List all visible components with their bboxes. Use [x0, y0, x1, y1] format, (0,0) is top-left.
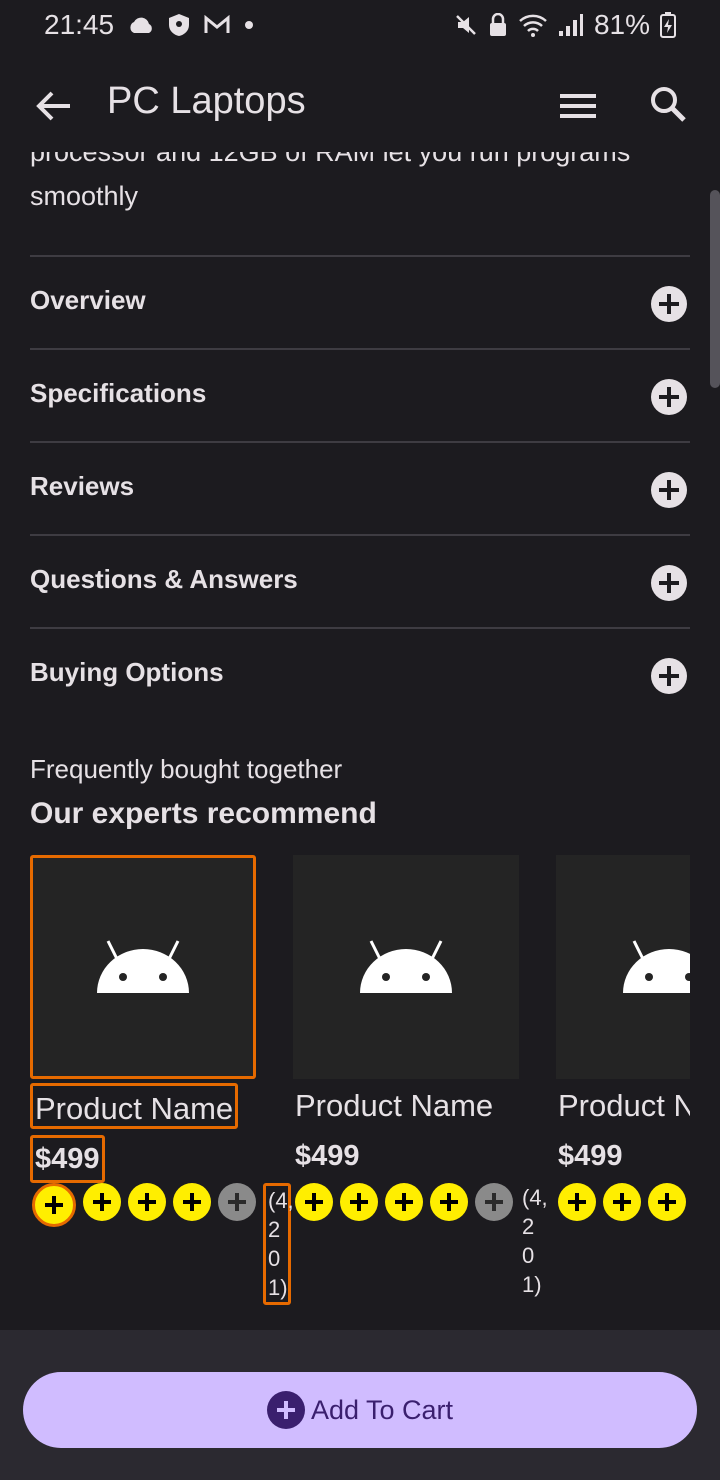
product-price: $499	[30, 1135, 105, 1183]
product-image[interactable]	[293, 855, 519, 1079]
top-app-bar: PC Laptops	[0, 60, 720, 152]
plus-icon	[651, 565, 687, 601]
star-filled-icon	[83, 1183, 121, 1221]
cloud-icon	[130, 17, 152, 33]
battery-percent: 81%	[593, 9, 650, 40]
star-filled-icon	[295, 1183, 333, 1221]
product-image[interactable]	[556, 855, 690, 1079]
star-filled-icon	[173, 1183, 211, 1221]
android-icon	[623, 940, 690, 993]
add-to-cart-button[interactable]: Add To Cart	[23, 1372, 697, 1448]
star-filled-icon	[128, 1183, 166, 1221]
scrollbar-thumb[interactable]	[710, 190, 720, 388]
product-name: Product Name	[30, 1083, 239, 1129]
rating-row	[558, 1183, 686, 1221]
product-name: Product Name	[295, 1088, 494, 1123]
status-bar: 21:45 81%	[0, 0, 720, 50]
menu-button[interactable]	[556, 84, 600, 128]
add-to-cart-label: Add To Cart	[310, 1394, 454, 1425]
product-card-3[interactable]: Product Name $499	[556, 855, 690, 1275]
accordion-buying-options[interactable]: Buying Options	[30, 627, 690, 720]
star-empty-icon	[218, 1183, 256, 1221]
accordion-label: Buying Options	[30, 657, 224, 687]
dot-icon	[245, 21, 254, 29]
arrow-back-icon	[36, 91, 70, 121]
accordion-specifications[interactable]: Specifications	[30, 348, 690, 441]
product-description: processor and 12GB of RAM let you run pr…	[30, 152, 690, 218]
product-price: $499	[558, 1140, 623, 1172]
search-icon	[651, 87, 686, 122]
lock-icon	[489, 13, 506, 36]
accordion-label: Overview	[30, 285, 146, 315]
section-subtitle: Frequently bought together	[30, 754, 343, 784]
status-time: 21:45	[44, 9, 115, 40]
star-filled-icon	[340, 1183, 378, 1221]
product-name: Product Name	[558, 1088, 690, 1123]
star-filled-icon	[32, 1183, 76, 1227]
shield-icon	[169, 14, 190, 36]
accordion-label: Specifications	[30, 378, 207, 408]
star-filled-icon	[385, 1183, 423, 1221]
gmail-icon	[204, 15, 230, 33]
accordion-label: Reviews	[30, 471, 135, 501]
star-filled-icon	[558, 1183, 596, 1221]
star-filled-icon	[603, 1183, 641, 1221]
star-filled-icon	[430, 1183, 468, 1221]
star-filled-icon	[648, 1183, 686, 1221]
menu-icon	[560, 94, 596, 118]
accordion-questions-answers[interactable]: Questions & Answers	[30, 534, 690, 627]
product-image[interactable]	[30, 855, 256, 1079]
battery-icon	[660, 12, 676, 38]
add-circle-icon	[266, 1391, 305, 1429]
rating-count: (4,201)	[522, 1185, 548, 1297]
status-left: 21:45	[44, 9, 254, 41]
wifi-icon	[519, 14, 547, 37]
rating-row: (4,201)	[32, 1183, 294, 1305]
content-scroll[interactable]: processor and 12GB of RAM let you run pr…	[0, 152, 720, 1330]
section-title: Our experts recommend	[30, 797, 377, 830]
product-price: $499	[295, 1140, 360, 1172]
status-right: 81%	[454, 9, 676, 41]
plus-icon	[651, 379, 687, 415]
star-empty-icon	[475, 1183, 513, 1221]
signal-icon	[558, 14, 583, 36]
accordion-label: Questions & Answers	[30, 564, 298, 594]
description-line-2: smoothly	[30, 181, 139, 211]
page-title: PC Laptops	[107, 80, 306, 122]
search-button[interactable]	[644, 80, 692, 128]
android-icon	[97, 940, 189, 993]
rating-count: (4,201)	[263, 1183, 294, 1305]
plus-icon	[651, 472, 687, 508]
plus-icon	[651, 286, 687, 322]
rating-row: (4,201)	[295, 1183, 548, 1299]
back-button[interactable]	[30, 82, 78, 130]
bottom-bar: Add To Cart	[0, 1330, 720, 1480]
description-line-1: processor and 12GB of RAM let you run pr…	[30, 152, 631, 167]
accordion-overview[interactable]: Overview	[30, 255, 690, 348]
accordion-reviews[interactable]: Reviews	[30, 441, 690, 534]
android-icon	[360, 940, 452, 993]
mute-icon	[456, 15, 476, 35]
plus-icon	[651, 658, 687, 694]
